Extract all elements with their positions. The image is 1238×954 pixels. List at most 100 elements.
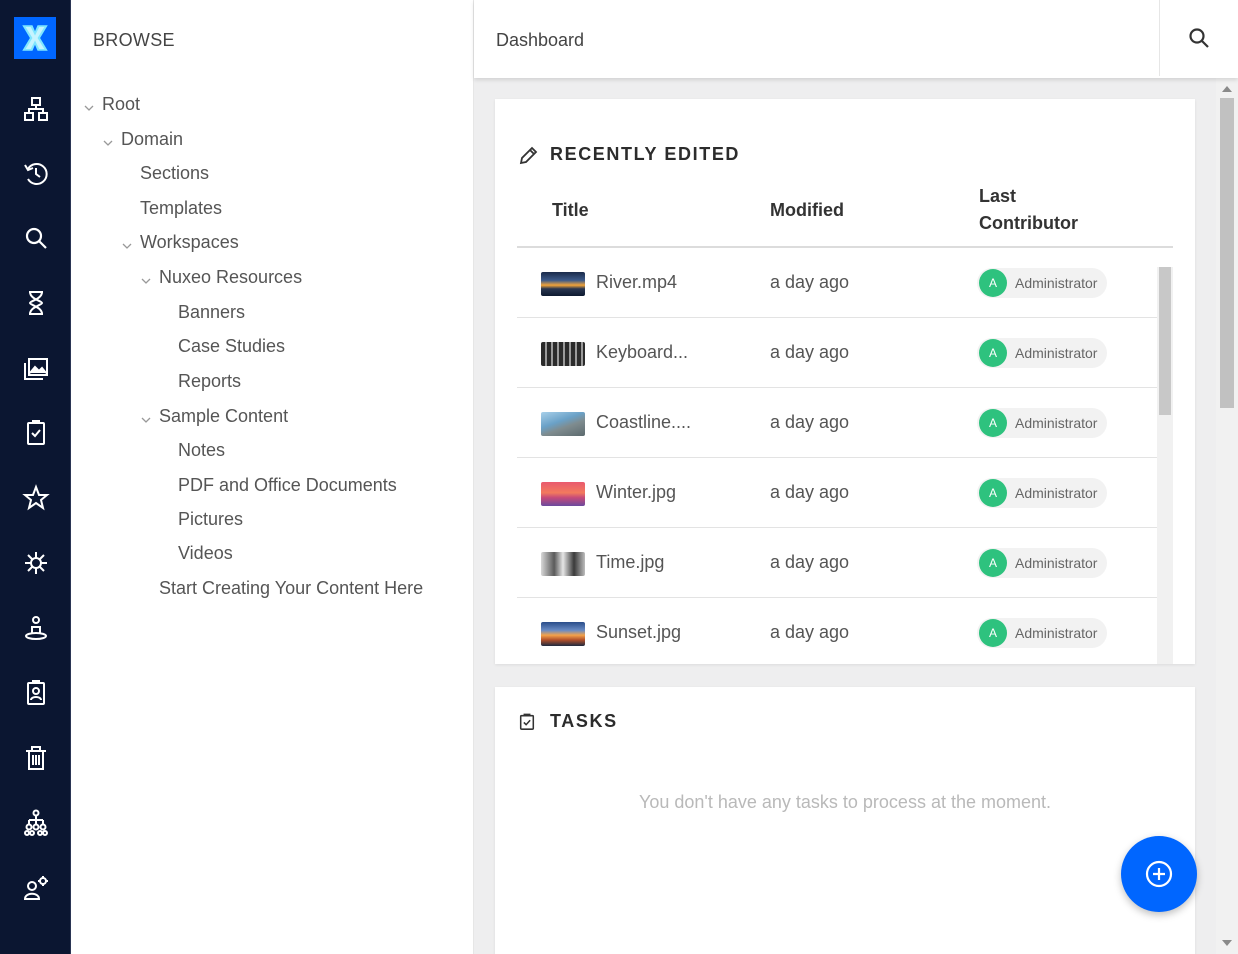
nav-history[interactable]	[17, 155, 55, 193]
table-row[interactable]: Keyboard... a day ago A Administrator	[517, 318, 1157, 388]
scroll-up-arrow[interactable]	[1222, 86, 1232, 92]
tree-item-domain[interactable]: Domain	[102, 129, 183, 150]
top-header: Dashboard	[474, 0, 1238, 78]
nav-tasks[interactable]	[17, 414, 55, 452]
tree-item-start-creating[interactable]: Start Creating Your Content Here	[159, 578, 423, 599]
tasks-heading: TASKS	[550, 711, 618, 731]
tree-item-label: Case Studies	[178, 336, 286, 356]
tree-item-banners[interactable]: Banners	[178, 302, 245, 323]
tree-item-label: Pictures	[178, 509, 244, 529]
create-document-button[interactable]	[1121, 836, 1197, 912]
tree-item-notes[interactable]: Notes	[178, 440, 225, 461]
nav-administration[interactable]	[17, 804, 55, 842]
contributor-chip[interactable]: A Administrator	[977, 548, 1108, 578]
thumbnail-winter	[541, 482, 585, 506]
tree-item-reports[interactable]: Reports	[178, 371, 241, 392]
row-modified: a day ago	[770, 342, 850, 362]
tree-item-sections[interactable]: Sections	[140, 163, 209, 184]
row-modified: a day ago	[770, 552, 850, 572]
tree-item-videos[interactable]: Videos	[178, 543, 233, 564]
column-header-title[interactable]: Title	[552, 197, 589, 224]
nav-user-settings[interactable]	[17, 869, 55, 907]
row-modified: a day ago	[770, 272, 850, 292]
thumbnail-keyboard	[541, 342, 585, 366]
chevron-down-icon[interactable]	[102, 133, 116, 147]
avatar: A	[979, 479, 1007, 507]
nav-search[interactable]	[17, 219, 55, 257]
browse-panel: BROWSE Root Domain Sections Templates Wo…	[71, 0, 474, 954]
contributor-chip[interactable]: A Administrator	[977, 338, 1108, 368]
table-row[interactable]: Coastline.... a day ago A Administrator	[517, 388, 1157, 458]
tree-item-root[interactable]: Root	[83, 94, 140, 115]
avatar: A	[979, 409, 1007, 437]
nav-favorites[interactable]	[17, 479, 55, 517]
contributor-chip[interactable]: A Administrator	[977, 618, 1108, 648]
collections-icon	[24, 358, 48, 380]
nuxeo-logo[interactable]	[14, 17, 56, 59]
nav-trash[interactable]	[17, 739, 55, 777]
row-title[interactable]: Winter.jpg	[596, 482, 676, 503]
chevron-down-icon[interactable]	[140, 410, 154, 424]
contributor-chip[interactable]: A Administrator	[977, 478, 1108, 508]
tree-item-label: Banners	[178, 302, 246, 322]
thumbnail-sunset	[541, 622, 585, 646]
page-scrollbar-thumb[interactable]	[1220, 98, 1234, 408]
table-row[interactable]: Time.jpg a day ago A Administrator	[517, 528, 1157, 598]
virus-icon	[25, 552, 47, 574]
recently-edited-card: RECENTLY EDITED Title Modified Last Cont…	[495, 99, 1195, 664]
task-checklist-icon	[518, 712, 536, 737]
nav-expiring[interactable]	[17, 284, 55, 322]
header-search-button[interactable]	[1159, 0, 1238, 76]
nav-profile[interactable]	[17, 674, 55, 712]
dashboard-main: RECENTLY EDITED Title Modified Last Cont…	[474, 78, 1238, 954]
tree-item-pictures[interactable]: Pictures	[178, 509, 243, 530]
contributor-name: Administrator	[1015, 555, 1098, 571]
tree-item-label: Notes	[178, 440, 226, 460]
scroll-down-arrow[interactable]	[1222, 940, 1232, 946]
table-row[interactable]: Sunset.jpg a day ago A Administrator	[517, 598, 1157, 664]
recently-edited-heading: RECENTLY EDITED	[550, 144, 741, 164]
chevron-down-icon[interactable]	[140, 271, 154, 285]
table-row[interactable]: River.mp4 a day ago A Administrator	[517, 248, 1157, 318]
tasks-icon	[27, 420, 45, 445]
thumbnail-coastline	[541, 412, 585, 436]
app-nav-rail	[0, 0, 71, 954]
column-header-modified[interactable]: Modified	[770, 197, 844, 224]
tree-item-nuxeo-resources[interactable]: Nuxeo Resources	[140, 267, 302, 288]
avatar: A	[979, 269, 1007, 297]
browse-title: BROWSE	[93, 30, 175, 50]
page-scrollbar[interactable]	[1216, 78, 1238, 954]
org-chart-icon	[24, 809, 48, 836]
nav-collections[interactable]	[17, 349, 55, 387]
tree-item-sample-content[interactable]: Sample Content	[140, 406, 288, 427]
tree-item-label: Videos	[178, 543, 233, 563]
tree-item-templates[interactable]: Templates	[140, 198, 222, 219]
tree-item-case-studies[interactable]: Case Studies	[178, 336, 285, 357]
table-scrollbar-thumb[interactable]	[1159, 267, 1171, 415]
nav-personal-workspace[interactable]	[17, 609, 55, 647]
table-row[interactable]: Winter.jpg a day ago A Administrator	[517, 458, 1157, 528]
chevron-down-icon[interactable]	[83, 98, 97, 112]
tree-item-label: Nuxeo Resources	[159, 267, 303, 287]
nav-analytics[interactable]	[17, 544, 55, 582]
avatar: A	[979, 339, 1007, 367]
chevron-down-icon[interactable]	[121, 236, 135, 250]
row-title[interactable]: Sunset.jpg	[596, 622, 681, 643]
tree-item-label: Templates	[140, 198, 223, 218]
table-scrollbar[interactable]	[1157, 267, 1173, 664]
thumbnail-river	[541, 272, 585, 296]
nuxeo-x-logo-icon	[22, 25, 48, 51]
add-circle-icon	[1145, 860, 1173, 888]
column-header-contributor[interactable]: Last Contributor	[979, 183, 1078, 237]
nav-browse[interactable]	[17, 90, 55, 128]
row-title[interactable]: Time.jpg	[596, 552, 664, 573]
contributor-chip[interactable]: A Administrator	[977, 268, 1108, 298]
history-icon	[24, 163, 48, 185]
tree-item-workspaces[interactable]: Workspaces	[121, 232, 239, 253]
row-title[interactable]: River.mp4	[596, 272, 677, 293]
contributor-chip[interactable]: A Administrator	[977, 408, 1108, 438]
tree-item-pdf-office[interactable]: PDF and Office Documents	[178, 475, 397, 496]
row-title[interactable]: Keyboard...	[596, 342, 688, 363]
tree-item-label: Workspaces	[140, 232, 239, 252]
row-title[interactable]: Coastline....	[596, 412, 691, 433]
